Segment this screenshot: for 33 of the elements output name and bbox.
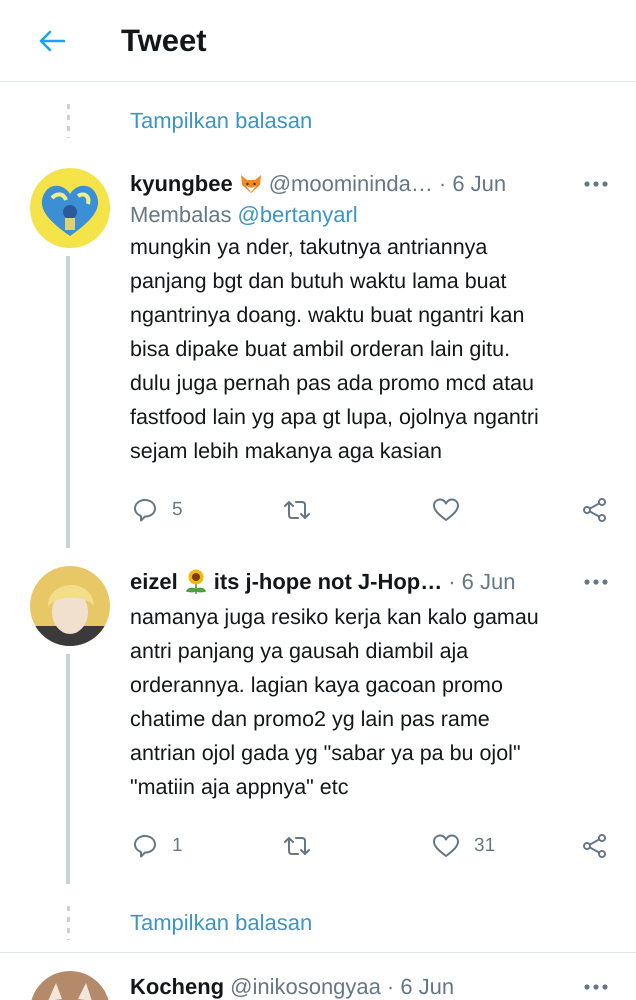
display-name: kyungbee (130, 171, 233, 197)
heart-icon[interactable] (432, 833, 460, 859)
more-options-icon[interactable] (584, 181, 608, 187)
display-name: its j-hope not J-Hop… (214, 569, 442, 595)
replying-label: Membalas (130, 202, 232, 228)
user-handle: @inikosongyaa (230, 974, 381, 1000)
like-count: 31 (474, 835, 496, 857)
user-handle: @moomininda… (268, 171, 433, 197)
share-icon[interactable] (582, 833, 608, 859)
tweet-text: mungkin ya nder, takutnya antriannya panjang bgt dan butuh waktu lama buat ngantrinya doang. waktu buat ngantri kan bisa dipake buat ambil orderan lain gitu. dulu juga pernah pas ada promo mcd atau fastfood lain yg apa gt lupa, ojolnya ngantri sejam lebih makanya aga kasian (130, 234, 540, 465)
reply-count: 5 (172, 499, 183, 521)
page-title: Tweet (121, 22, 207, 58)
back-arrow-icon[interactable] (38, 28, 66, 52)
more-options-icon[interactable] (584, 984, 608, 990)
display-name: eizel (130, 569, 178, 595)
sunflower-icon (184, 569, 208, 595)
show-replies-link[interactable]: Tampilkan balasan (130, 910, 312, 936)
more-options-icon[interactable] (584, 579, 608, 585)
tweet-date: · 6 Jun (448, 569, 516, 595)
share-icon[interactable] (582, 497, 608, 523)
tweet-date: · 6 Jun (438, 171, 506, 197)
retweet-icon[interactable] (282, 498, 312, 522)
reply-count: 1 (172, 835, 183, 857)
reply-icon[interactable] (132, 833, 158, 859)
retweet-icon[interactable] (282, 834, 312, 858)
tweet-text: namanya juga resiko kerja kan kalo gamau antri panjang ya gausah diambil aja orderannya. lagian kaya gacoan promo chatime dan promo2 yg lain pas rame antrian ojol gada yg "sabar ya pa bu ojol" "matiin aja appnya" etc (130, 604, 540, 801)
heart-icon[interactable] (432, 497, 460, 523)
tweet-date: · 6 Jun (386, 974, 454, 1000)
mention-link[interactable]: @bertanyarl (237, 202, 358, 228)
display-name: Kocheng (130, 974, 224, 1000)
show-replies-link[interactable]: Tampilkan balasan (130, 108, 312, 134)
reply-icon[interactable] (132, 497, 158, 523)
fox-icon (238, 172, 263, 196)
